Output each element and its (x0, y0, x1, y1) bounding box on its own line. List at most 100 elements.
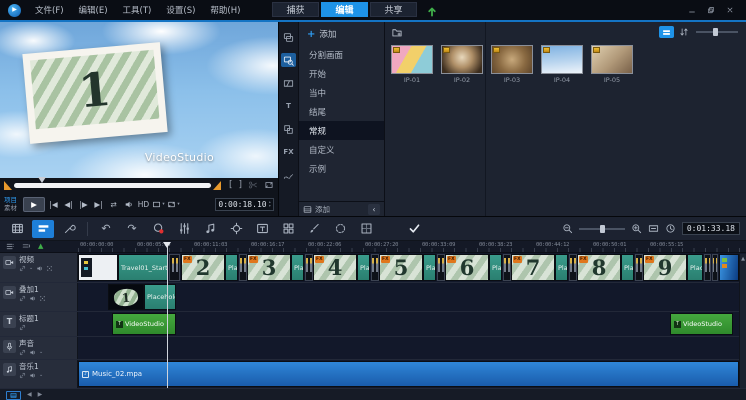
track-content[interactable] (78, 337, 746, 359)
link-icon[interactable] (19, 349, 26, 356)
slider-knob[interactable] (600, 225, 605, 233)
music-clip[interactable]: ♪Music_02.mpa (78, 361, 739, 387)
link-icon[interactable] (19, 265, 26, 272)
mask-creator-button[interactable] (329, 220, 351, 238)
aspect-ratio-button[interactable]: ▾ (152, 197, 165, 212)
transition-clip[interactable] (569, 254, 577, 281)
transition-clip[interactable] (704, 254, 711, 281)
scroll-left-button[interactable]: ◀ (27, 392, 32, 398)
auto-music-button[interactable] (199, 220, 221, 238)
transition-clip[interactable] (371, 254, 379, 281)
import-template-label[interactable]: 添加 (315, 204, 330, 215)
tab-capture[interactable]: 捕获 (272, 2, 319, 17)
subtitle-editor-button[interactable] (251, 220, 273, 238)
track-content[interactable]: 1Placehold (78, 283, 746, 311)
placeholder-clip[interactable]: Pla (291, 254, 304, 281)
track-header[interactable]: 音乐1⌄ (0, 360, 78, 388)
track-transparency-button[interactable] (355, 220, 377, 238)
transition-clip[interactable] (305, 254, 313, 281)
motion-tracking-button[interactable] (225, 220, 247, 238)
menu-item-5[interactable]: 帮助(H) (210, 4, 240, 16)
volume-icon[interactable] (29, 372, 36, 379)
chevron-down-icon[interactable]: ⌄ (39, 350, 43, 355)
mark-in-button[interactable]: [ (229, 180, 233, 190)
close-button[interactable] (726, 6, 734, 14)
restore-button[interactable] (707, 6, 715, 14)
ripple-icon[interactable] (46, 265, 53, 272)
template-thumbnail-4[interactable]: IP-04 (541, 45, 583, 84)
preview-options-button[interactable]: ▾ (167, 197, 180, 212)
volume-icon[interactable] (29, 349, 36, 356)
thumbnail-size-slider[interactable] (696, 31, 738, 33)
track-list-button[interactable] (6, 242, 15, 251)
zoom-in-button[interactable] (631, 223, 642, 234)
track-content[interactable]: ♪Music_02.mpa (78, 360, 746, 388)
numbered-placeholder-clip[interactable]: FX6 (445, 254, 489, 281)
numbered-placeholder-clip[interactable]: FX9 (643, 254, 687, 281)
filter-fx-icon[interactable]: FX (281, 145, 296, 159)
motion-path-icon[interactable] (281, 168, 296, 182)
menu-item-1[interactable]: 文件(F) (35, 4, 64, 16)
category-item-1[interactable]: 分割画面 (299, 45, 384, 64)
menu-item-2[interactable]: 编辑(E) (79, 4, 108, 16)
seek-bar[interactable] (14, 183, 211, 188)
sort-icon[interactable] (679, 27, 689, 37)
painting-creator-button[interactable] (303, 220, 325, 238)
category-item-7[interactable]: 示例 (299, 159, 384, 178)
record-capture-button[interactable] (147, 220, 169, 238)
link-icon[interactable] (19, 295, 26, 302)
transition-clip[interactable] (239, 254, 247, 281)
mode-clip[interactable]: 素材 (4, 204, 17, 212)
transition-clip[interactable] (712, 254, 718, 281)
end-button[interactable]: ▶| (92, 197, 105, 212)
track-header[interactable]: T标题1 (0, 312, 78, 336)
chevron-down-icon[interactable]: ⌄ (39, 373, 43, 378)
track-content[interactable]: TVideoStudioTVideoStudio (78, 312, 746, 336)
prev-frame-button[interactable]: ◀| (62, 197, 75, 212)
numbered-placeholder-clip[interactable]: FX2 (181, 254, 225, 281)
add-template-button[interactable]: + 添加 (299, 25, 384, 43)
transition-icon[interactable] (281, 76, 296, 90)
minimize-button[interactable] (688, 6, 696, 14)
placeholder-clip[interactable]: Pla (555, 254, 568, 281)
title-icon[interactable]: T (281, 99, 296, 113)
volume-icon[interactable] (36, 265, 43, 272)
upgrade-arrow-icon[interactable] (426, 3, 438, 22)
transition-clip[interactable] (635, 254, 643, 281)
hd-toggle[interactable]: HD (137, 197, 150, 212)
chevron-down-icon[interactable]: ⌄ (29, 266, 33, 271)
zoom-out-button[interactable] (562, 223, 573, 234)
timeline-view-button[interactable] (32, 220, 54, 238)
placeholder-clip[interactable]: Pla (423, 254, 436, 281)
repeat-button[interactable]: ⇄ (107, 197, 120, 212)
menu-item-4[interactable]: 设置(S) (166, 4, 195, 16)
volume-icon[interactable] (29, 295, 36, 302)
numbered-placeholder-clip[interactable]: FX3 (247, 254, 291, 281)
trim-handle-right[interactable] (213, 181, 221, 190)
list-view-toggle[interactable] (659, 26, 674, 38)
overlay-clip[interactable]: 1 (108, 284, 144, 310)
category-item-2[interactable]: 开始 (299, 64, 384, 83)
template-thumbnail-3[interactable]: IP-03 (491, 45, 533, 84)
numbered-placeholder-clip[interactable]: FX8 (577, 254, 621, 281)
volume-button[interactable] (122, 197, 135, 212)
trim-handle-left[interactable] (4, 181, 12, 190)
numbered-placeholder-clip[interactable]: FX5 (379, 254, 423, 281)
title-clip[interactable]: TVideoStudio (670, 313, 733, 335)
storyboard-view-button[interactable] (6, 220, 28, 238)
next-frame-button[interactable]: |▶ (77, 197, 90, 212)
seek-marker[interactable] (38, 177, 46, 183)
redo-button[interactable]: ↷ (121, 220, 143, 238)
placeholder-clip[interactable]: Travel01_Start (118, 254, 168, 281)
numbered-placeholder-clip[interactable]: FX4 (313, 254, 357, 281)
playhead[interactable] (167, 242, 168, 388)
category-item-4[interactable]: 结尾 (299, 102, 384, 121)
instant-project-icon[interactable] (281, 53, 296, 67)
timeline-ruler[interactable]: 00:00:00:0000:00:05:1400:00:11:0300:00:1… (78, 241, 746, 252)
timeline-vertical-scrollbar[interactable]: ▲ (739, 254, 746, 388)
ripple-icon[interactable] (39, 295, 46, 302)
template-thumbnail-2[interactable]: IP-02 (441, 45, 483, 84)
timecode-spinner[interactable]: ▴▾ (269, 200, 271, 208)
home-button[interactable]: |◀ (47, 197, 60, 212)
link-icon[interactable] (19, 372, 26, 379)
